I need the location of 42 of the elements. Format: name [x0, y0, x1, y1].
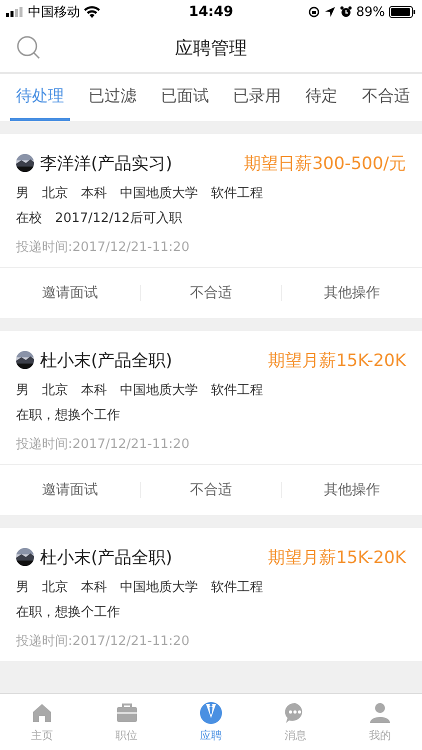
applicant-name: 李洋洋(产品实习): [40, 152, 174, 174]
battery-icon: [388, 6, 416, 18]
submission-time: 投递时间:2017/12/21-11:20: [16, 239, 190, 257]
submission-time: 投递时间:2017/12/21-11:20: [16, 633, 190, 651]
filter-tab[interactable]: 待处理: [10, 74, 70, 121]
rotation-lock-icon: [308, 6, 320, 18]
applicant-details: 男 北京 本科 中国地质大学 软件工程: [16, 382, 264, 400]
filter-tab[interactable]: 已录用: [227, 74, 288, 121]
action-button[interactable]: 其他操作: [282, 465, 422, 515]
filter-tab[interactable]: 已过滤: [82, 74, 142, 121]
location-arrow-icon: [324, 6, 336, 18]
page-title: 应聘管理: [175, 37, 247, 60]
expected-salary: 期望月薪15K-20K: [268, 546, 406, 568]
applicant-details: 男 北京 本科 中国地质大学 软件工程: [16, 579, 264, 597]
action-button[interactable]: 其他操作: [282, 268, 422, 318]
battery-percent: 89%: [356, 4, 385, 20]
search-icon[interactable]: [16, 35, 42, 61]
person-icon: [368, 701, 392, 725]
necktie-icon: [199, 701, 224, 725]
action-button[interactable]: 不合适: [141, 268, 281, 318]
applicant-details: 男 北京 本科 中国地质大学 软件工程: [16, 185, 264, 203]
action-button[interactable]: 邀请面试: [0, 268, 140, 318]
action-button[interactable]: 不合适: [141, 465, 281, 515]
wifi-icon: [84, 6, 100, 18]
clock-time: 14:49: [188, 4, 234, 20]
applicant-status: 在职，想换个工作: [16, 407, 121, 425]
applicant-name: 杜小末(产品全职): [40, 350, 174, 372]
applicant-status: 在职，想换个工作: [16, 604, 121, 622]
briefcase-icon: [114, 701, 139, 725]
filter-tab[interactable]: 已面试: [154, 74, 215, 121]
alarm-icon: [340, 6, 352, 18]
submission-time: 投递时间:2017/12/21-11:20: [16, 436, 190, 454]
action-button[interactable]: 邀请面试: [0, 465, 140, 515]
applicant-name: 杜小末(产品全职): [40, 546, 174, 568]
applicant-status: 在校 2017/12/12后可入职: [16, 210, 183, 228]
expected-salary: 期望月薪15K-20K: [268, 350, 406, 372]
filter-tab[interactable]: 待定: [300, 74, 344, 121]
signal-icon: [6, 7, 24, 17]
carrier-name: 中国移动: [28, 4, 80, 21]
filter-tab[interactable]: 不合适: [356, 74, 416, 121]
nav-tab[interactable]: 应聘: [168, 694, 254, 750]
expected-salary: 期望日薪300-500/元: [244, 152, 406, 174]
